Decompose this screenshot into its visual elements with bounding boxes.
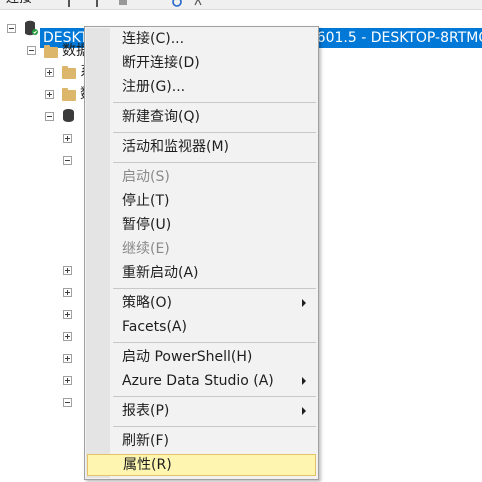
node-expand-toggle[interactable]: [63, 266, 72, 275]
menu-item-azure-data-studio[interactable]: Azure Data Studio (A): [87, 370, 316, 392]
node-expand-toggle[interactable]: [63, 310, 72, 319]
node-collapse-toggle[interactable]: [63, 156, 72, 165]
stop-icon[interactable]: [118, 0, 128, 7]
menu-item-label: 连接(C)...: [122, 31, 185, 47]
node-expand-toggle[interactable]: [63, 288, 72, 297]
menu-separator: [113, 426, 316, 427]
menu-separator: [113, 342, 316, 343]
menu-item-pause[interactable]: 暂停(U): [87, 214, 316, 236]
snapshots-expand-toggle[interactable]: [45, 90, 54, 99]
menu-item-label: 报表(P): [122, 403, 170, 419]
menu-item-label: 启动(S): [122, 169, 170, 185]
menu-item-connect[interactable]: 连接(C)...: [87, 28, 316, 50]
menu-item-label: 新建查询(Q): [122, 109, 200, 125]
menu-item-label: 策略(O): [122, 295, 172, 311]
menu-item-label: 断开连接(D): [122, 55, 200, 71]
menu-separator: [113, 396, 316, 397]
menu-item-label: Azure Data Studio (A): [122, 373, 274, 389]
menu-item-restart[interactable]: 重新启动(A): [87, 262, 316, 284]
node-expand-toggle[interactable]: [63, 354, 72, 363]
object-explorer-toolbar: 连接: [0, 0, 482, 10]
menu-separator: [113, 288, 316, 289]
server-context-menu: 连接(C)... 断开连接(D) 注册(G)... 新建查询(Q) 活动和监视器…: [84, 26, 319, 480]
menu-item-label: Facets(A): [122, 319, 187, 335]
menu-item-facets[interactable]: Facets(A): [87, 316, 316, 338]
menu-item-resume: 继续(E): [87, 238, 316, 260]
server-collapse-toggle[interactable]: [7, 24, 16, 33]
node-expand-toggle[interactable]: [63, 376, 72, 385]
ssms-window: 连接 DESKTOP-8RTMQ1K (SQL Server 13.0.1601…: [0, 0, 482, 482]
menu-item-label: 重新启动(A): [122, 265, 199, 281]
databases-collapse-toggle[interactable]: [27, 46, 36, 55]
menu-item-start: 启动(S): [87, 166, 316, 188]
submenu-arrow-icon: [302, 299, 306, 307]
menu-separator: [113, 162, 316, 163]
menu-item-reports[interactable]: 报表(P): [87, 400, 316, 422]
submenu-arrow-icon: [302, 407, 306, 415]
menu-separator: [113, 102, 316, 103]
connect-plug-icon[interactable]: [64, 0, 74, 7]
menu-item-disconnect[interactable]: 断开连接(D): [87, 52, 316, 74]
menu-item-activity-monitor[interactable]: 活动和监视器(M): [87, 136, 316, 158]
node-expand-toggle[interactable]: [63, 134, 72, 143]
folder-icon: [44, 45, 58, 58]
menu-item-label: 暂停(U): [122, 217, 172, 233]
menu-item-properties[interactable]: 属性(R): [87, 454, 316, 476]
activity-icon[interactable]: [194, 0, 204, 7]
disconnect-icon[interactable]: [92, 0, 102, 7]
menu-item-stop[interactable]: 停止(T): [87, 190, 316, 212]
node-expand-toggle[interactable]: [63, 332, 72, 341]
node-collapse-toggle[interactable]: [63, 398, 72, 407]
folder-icon: [62, 66, 76, 79]
menu-item-register[interactable]: 注册(G)...: [87, 76, 316, 98]
server-icon: [25, 20, 38, 36]
menu-item-label: 活动和监视器(M): [122, 139, 230, 155]
folder-icon: [62, 88, 76, 101]
menu-separator: [113, 132, 316, 133]
system-databases-expand-toggle[interactable]: [45, 68, 54, 77]
submenu-arrow-icon: [302, 377, 306, 385]
menu-item-policies[interactable]: 策略(O): [87, 292, 316, 314]
menu-item-label: 属性(R): [123, 457, 172, 473]
connect-button[interactable]: 连接: [6, 0, 32, 7]
menu-item-label: 注册(G)...: [122, 79, 186, 95]
database-icon: [63, 109, 74, 122]
menu-item-start-powershell[interactable]: 启动 PowerShell(H): [87, 346, 316, 368]
menu-item-label: 启动 PowerShell(H): [122, 349, 253, 365]
menu-item-label: 刷新(F): [122, 433, 169, 449]
menu-item-new-query[interactable]: 新建查询(Q): [87, 106, 316, 128]
refresh-icon[interactable]: [172, 0, 182, 7]
menu-item-refresh[interactable]: 刷新(F): [87, 430, 316, 452]
database-collapse-toggle[interactable]: [45, 112, 54, 121]
menu-item-label: 继续(E): [122, 241, 170, 257]
menu-item-label: 停止(T): [122, 193, 170, 209]
